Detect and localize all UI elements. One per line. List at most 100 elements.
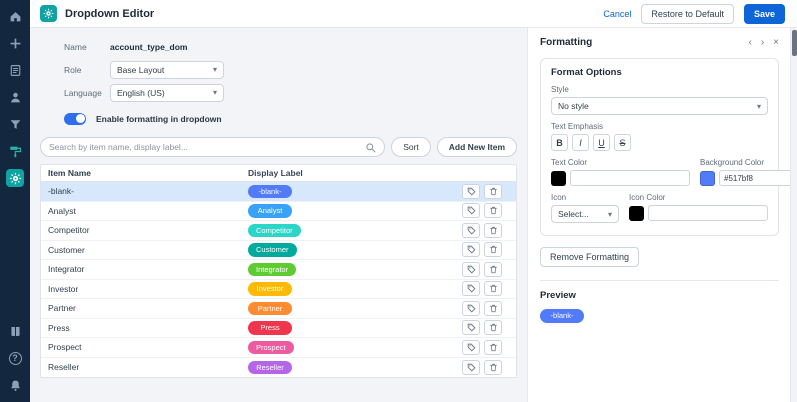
- delete-item-button[interactable]: [484, 301, 502, 316]
- language-select[interactable]: English (US) ▾: [110, 84, 224, 102]
- format-item-button[interactable]: [462, 223, 480, 238]
- close-icon[interactable]: ×: [773, 38, 779, 48]
- table-row[interactable]: Partner Partner: [41, 299, 516, 319]
- format-item-button[interactable]: [462, 320, 480, 335]
- table-row[interactable]: Reseller Reseller: [41, 358, 516, 378]
- gear-icon: [9, 172, 22, 185]
- restore-default-button[interactable]: Restore to Default: [641, 4, 734, 24]
- trash-icon: [489, 206, 498, 215]
- delete-item-button[interactable]: [484, 184, 502, 199]
- save-button[interactable]: Save: [744, 4, 785, 24]
- sidebar-item-modules[interactable]: [6, 61, 24, 79]
- icon-color-swatch[interactable]: [629, 206, 644, 221]
- delete-item-button[interactable]: [484, 281, 502, 296]
- display-label-cell: Press: [241, 321, 462, 335]
- trash-icon: [489, 343, 498, 352]
- paint-roller-icon: [9, 145, 22, 158]
- delete-item-button[interactable]: [484, 223, 502, 238]
- sidebar-item-filters[interactable]: [6, 115, 24, 133]
- text-color-swatch[interactable]: [551, 171, 566, 186]
- home-icon: [9, 10, 22, 23]
- delete-item-button[interactable]: [484, 360, 502, 375]
- scrollbar-track[interactable]: [790, 28, 797, 402]
- table-row[interactable]: Customer Customer: [41, 241, 516, 261]
- delete-item-button[interactable]: [484, 320, 502, 335]
- style-select-value: No style: [558, 101, 589, 111]
- sidebar-item-create[interactable]: [6, 34, 24, 52]
- sidebar-item-notifications[interactable]: [6, 376, 24, 394]
- item-name-cell: Customer: [41, 245, 241, 255]
- sort-button[interactable]: Sort: [391, 137, 431, 157]
- app-root: ? Dropdown Editor Cancel Restore to Defa…: [0, 0, 797, 402]
- format-item-button[interactable]: [462, 262, 480, 277]
- icon-select[interactable]: Select... ▾: [551, 205, 619, 223]
- role-select-value: Base Layout: [117, 65, 164, 75]
- underline-button[interactable]: U: [593, 134, 610, 151]
- chevron-down-icon: ▾: [608, 210, 612, 219]
- strikethrough-button[interactable]: S: [614, 134, 631, 151]
- item-name-cell: Investor: [41, 284, 241, 294]
- language-label: Language: [64, 88, 100, 98]
- delete-item-button[interactable]: [484, 203, 502, 218]
- enable-formatting-toggle[interactable]: [64, 113, 86, 125]
- style-select[interactable]: No style ▾: [551, 97, 768, 115]
- page-title: Dropdown Editor: [65, 8, 154, 20]
- row-actions: [462, 301, 516, 316]
- delete-item-button[interactable]: [484, 340, 502, 355]
- role-select[interactable]: Base Layout ▾: [110, 61, 224, 79]
- search-input[interactable]: [49, 142, 365, 152]
- studio-logo: [40, 5, 57, 22]
- table-row[interactable]: -blank- -blank-: [41, 182, 516, 202]
- chevron-left-icon[interactable]: ‹: [748, 38, 751, 48]
- tag-icon: [467, 363, 476, 372]
- format-item-button[interactable]: [462, 203, 480, 218]
- cancel-button[interactable]: Cancel: [603, 9, 631, 19]
- item-name-cell: Competitor: [41, 225, 241, 235]
- display-label-cell: -blank-: [241, 185, 462, 199]
- italic-button[interactable]: I: [572, 134, 589, 151]
- display-label-pill: Prospect: [248, 341, 294, 355]
- trash-icon: [489, 304, 498, 313]
- chevron-right-icon[interactable]: ›: [761, 38, 764, 48]
- icon-label: Icon: [551, 193, 619, 202]
- table-row[interactable]: Analyst Analyst: [41, 202, 516, 222]
- tag-icon: [467, 323, 476, 332]
- remove-formatting-button[interactable]: Remove Formatting: [540, 247, 639, 267]
- table-row[interactable]: Prospect Prospect: [41, 338, 516, 358]
- format-item-button[interactable]: [462, 281, 480, 296]
- background-color-swatch[interactable]: [700, 171, 715, 186]
- tag-icon: [467, 206, 476, 215]
- sidebar-item-help[interactable]: ?: [6, 349, 24, 367]
- table-row[interactable]: Press Press: [41, 319, 516, 339]
- scrollbar-thumb[interactable]: [792, 30, 797, 56]
- background-color-field: [700, 170, 797, 186]
- format-item-button[interactable]: [462, 360, 480, 375]
- table-toolbar: Sort Add New Item: [40, 137, 517, 157]
- format-item-button[interactable]: [462, 301, 480, 316]
- add-new-item-button[interactable]: Add New Item: [437, 137, 517, 157]
- formatting-panel-title: Formatting: [540, 37, 592, 48]
- delete-item-button[interactable]: [484, 262, 502, 277]
- icon-color-input[interactable]: [648, 205, 768, 221]
- display-label-cell: Integrator: [241, 263, 462, 277]
- sidebar-item-docs[interactable]: [6, 322, 24, 340]
- dropdown-table-body: -blank- -blank- Analyst Analyst Competit…: [41, 182, 516, 377]
- sidebar-item-dropdown-editor[interactable]: [6, 142, 24, 160]
- format-item-button[interactable]: [462, 340, 480, 355]
- background-color-input[interactable]: [719, 170, 797, 186]
- column-display-label: Display Label: [241, 168, 462, 178]
- sidebar-item-users[interactable]: [6, 88, 24, 106]
- text-color-input[interactable]: [570, 170, 690, 186]
- display-label-cell: Prospect: [241, 341, 462, 355]
- table-row[interactable]: Integrator Integrator: [41, 260, 516, 280]
- bold-button[interactable]: B: [551, 134, 568, 151]
- sidebar-item-settings[interactable]: [6, 169, 24, 187]
- format-item-button[interactable]: [462, 184, 480, 199]
- text-color-label: Text Color: [551, 158, 690, 167]
- sidebar-item-home[interactable]: [6, 7, 24, 25]
- delete-item-button[interactable]: [484, 242, 502, 257]
- format-item-button[interactable]: [462, 242, 480, 257]
- table-row[interactable]: Competitor Competitor: [41, 221, 516, 241]
- table-row[interactable]: Investor Investor: [41, 280, 516, 300]
- item-name-cell: Prospect: [41, 342, 241, 352]
